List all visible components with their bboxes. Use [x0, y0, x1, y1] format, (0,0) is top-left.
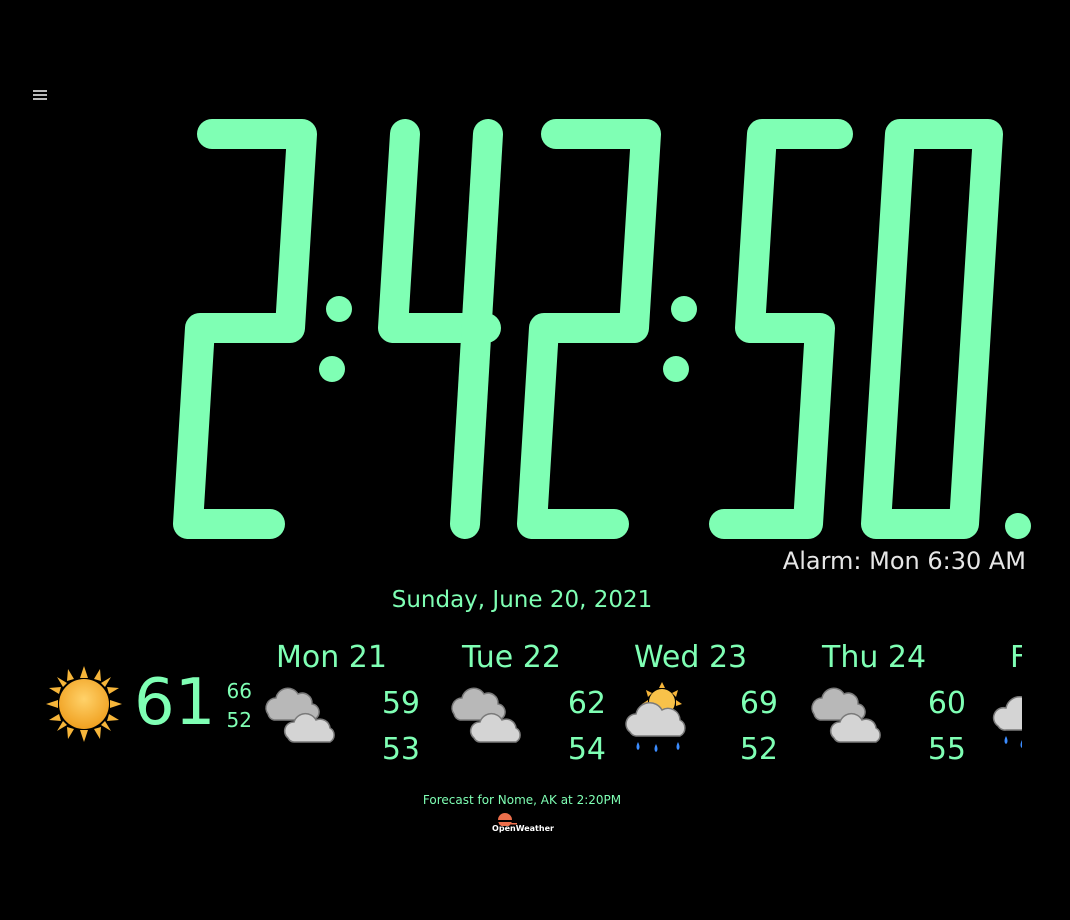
date-label: Sunday, June 20, 2021: [391, 587, 653, 613]
forecast-day: Mon 21 59 53: [265, 636, 456, 776]
forecast-low: 55: [927, 732, 966, 767]
forecast-day-label: Wed 23: [634, 640, 748, 675]
forecast-day-label: Mon 21: [276, 640, 387, 675]
openweather-logo-text: OpenWeather: [492, 824, 554, 833]
clock-digit-seconds-tens: [709, 119, 853, 539]
alarm-label[interactable]: Alarm: Mon 6:30 AM: [760, 546, 1026, 576]
weather-strip: 61 66 52 Mon 21 59 53 Tue 22 62 54 Wed 2…: [40, 636, 1022, 776]
clock-colon-2: [663, 296, 697, 382]
forecast-day-label: Thu 24: [822, 640, 927, 675]
forecast-high: 59: [381, 686, 420, 721]
forecast-high: 62: [567, 686, 606, 721]
forecast-low: 52: [739, 732, 778, 767]
clock-display: [173, 119, 1031, 539]
clock-digit-hours: [173, 119, 317, 539]
forecast-low: 53: [381, 732, 420, 767]
current-low: 52: [226, 708, 252, 732]
cloudy-icon: [811, 687, 881, 743]
cloudy-icon: [451, 687, 521, 743]
clock-digit-minutes-ones: [517, 119, 661, 539]
cloudy-icon: [265, 687, 335, 743]
current-temperature: 61: [134, 666, 216, 740]
clock-digit-minutes-tens: [378, 119, 503, 539]
current-high: 66: [226, 679, 252, 703]
sun-icon: [46, 666, 122, 742]
forecast-source-note: Forecast for Nome, AK at 2:20PM: [422, 793, 622, 807]
forecast-day-label: Tue 22: [462, 640, 561, 675]
forecast-high: 60: [927, 686, 966, 721]
forecast-day: F: [992, 636, 1022, 776]
forecast-day: Wed 23 69 52: [625, 636, 814, 776]
forecast-high: 69: [739, 686, 778, 721]
rain-cloud-icon: [992, 696, 1022, 748]
forecast-low: 54: [567, 732, 606, 767]
clock-dot: [1005, 513, 1031, 539]
clock-page: Alarm: Mon 6:30 AM Sunday, June 20, 2021: [0, 0, 1070, 920]
clock-digit-seconds-ones: [861, 119, 1003, 539]
forecast-day-label: F: [1010, 640, 1022, 675]
clock-colon-1: [319, 296, 352, 382]
forecast-day: Thu 24 60 55: [811, 636, 1002, 776]
forecast-day: Tue 22 62 54: [451, 636, 642, 776]
partly-sunny-rain-icon: [625, 682, 686, 752]
openweather-logo[interactable]: OpenWeather: [485, 808, 561, 836]
